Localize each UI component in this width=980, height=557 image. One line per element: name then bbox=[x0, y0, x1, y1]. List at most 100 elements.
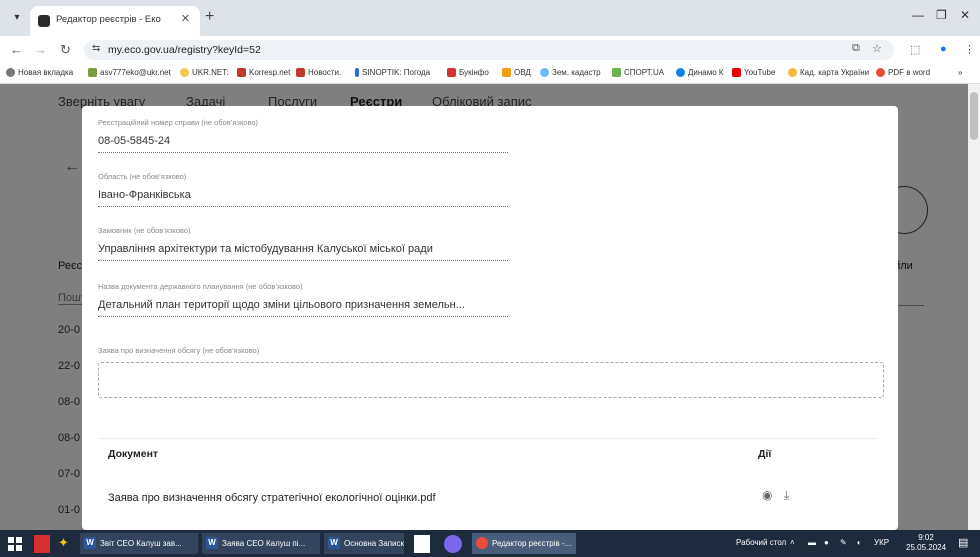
registry-edit-modal: Реєстраційний номер справи (не обов’язко… bbox=[82, 106, 898, 530]
bookmark-item[interactable]: СПОРТ.UA bbox=[612, 68, 664, 77]
taskbar-item-chrome[interactable]: Редактор реєстрів -... bbox=[472, 533, 576, 554]
tab-search-icon[interactable]: ▾ bbox=[8, 9, 26, 27]
field-underline bbox=[98, 206, 508, 207]
taskbar-item-word-1[interactable]: W Звіт СЕО Калуш зав... bbox=[80, 533, 198, 554]
pdf-app-icon[interactable] bbox=[414, 535, 430, 553]
field-underline bbox=[98, 260, 508, 261]
taskbar-item-word-2[interactable]: W Заява СЕО Калуш пі... bbox=[202, 533, 320, 554]
maximize-icon[interactable]: ❐ bbox=[936, 8, 947, 22]
bookmark-item[interactable]: SINOPTIK: Погода bbox=[355, 68, 430, 77]
tab-favicon-icon bbox=[38, 15, 50, 27]
desktop-label[interactable]: Рабочий стол bbox=[736, 538, 786, 547]
globe-icon bbox=[6, 68, 15, 77]
taskbar-item-word-3[interactable]: WОсновна Записка -... bbox=[324, 533, 404, 554]
bookmark-item[interactable]: ОВД bbox=[502, 68, 531, 77]
ukrnet-icon bbox=[180, 68, 189, 77]
statement-dropzone[interactable] bbox=[98, 362, 884, 398]
word-icon: W bbox=[84, 537, 96, 549]
word-icon: W bbox=[206, 537, 218, 549]
minimize-icon[interactable]: — bbox=[912, 8, 924, 22]
network-icon[interactable]: ▬ bbox=[808, 538, 816, 547]
region-field[interactable]: Область (не обов’язково) Івано-Франківсь… bbox=[98, 172, 508, 207]
page-scrollbar[interactable] bbox=[968, 84, 980, 530]
bookmark-item[interactable]: Новая вкладка bbox=[6, 68, 73, 77]
tab-title: Редактор реєстрів - Еко bbox=[56, 14, 161, 25]
bookmark-item[interactable]: Зем. кадастр bbox=[540, 68, 601, 77]
tray-chevron-icon[interactable]: ˄ bbox=[790, 538, 795, 547]
column-header-actions: Дії bbox=[758, 448, 772, 460]
site-info-icon[interactable]: ⇆ bbox=[92, 43, 100, 54]
address-bar: ← → ↻ ⇆ my.eco.gov.ua/registry?keyId=52 … bbox=[0, 36, 980, 64]
back-icon[interactable]: ← bbox=[10, 42, 23, 57]
bookmark-star-icon[interactable]: ☆ bbox=[872, 42, 882, 55]
bookmark-item[interactable]: Динамо К bbox=[676, 68, 724, 77]
bookmarks-bar: Новая вкладка asv777eko@ukr.net UKR.NET:… bbox=[0, 64, 980, 84]
forward-icon[interactable]: → bbox=[34, 42, 47, 57]
volume-icon[interactable]: ◖ bbox=[856, 538, 861, 547]
url-text[interactable]: my.eco.gov.ua/registry?keyId=52 bbox=[108, 44, 261, 56]
divider bbox=[98, 438, 878, 439]
bookmark-item[interactable]: Кад. карта України bbox=[788, 68, 869, 77]
field-underline bbox=[98, 152, 508, 153]
region-value[interactable]: Івано-Франківська bbox=[98, 189, 508, 201]
case-number-label: Реєстраційний номер справи (не обов’язко… bbox=[98, 118, 259, 127]
youtube-icon bbox=[732, 68, 741, 77]
clock-time: 9:02 bbox=[918, 533, 934, 542]
customer-value[interactable]: Управління архітектури та містобудування… bbox=[98, 243, 508, 255]
app-feather-icon[interactable]: ✦ bbox=[58, 535, 74, 553]
korresp-icon bbox=[237, 68, 246, 77]
customer-field[interactable]: Замовник (не обов’язково) Управління арх… bbox=[98, 226, 508, 261]
viber-icon[interactable] bbox=[444, 535, 462, 553]
document-name-value[interactable]: Детальний план території щодо зміни ціль… bbox=[98, 299, 508, 311]
tray-app-icon[interactable]: ● bbox=[824, 538, 829, 547]
column-header-document: Документ bbox=[108, 448, 159, 460]
clock[interactable]: 9:02 25.05.2024 bbox=[906, 533, 946, 553]
bookmarks-overflow-icon[interactable]: » bbox=[958, 68, 962, 77]
bookmark-item[interactable]: Korresp.net bbox=[237, 68, 290, 77]
bookmark-item[interactable]: PDF в word bbox=[876, 68, 930, 77]
download-icon[interactable]: ⤓ bbox=[784, 488, 789, 503]
clock-date: 25.05.2024 bbox=[906, 543, 947, 552]
sport-icon bbox=[612, 68, 621, 77]
statement-label: Заява про визначення обсягу (не обов’язк… bbox=[98, 346, 260, 355]
notifications-icon[interactable]: ▤ bbox=[958, 536, 968, 549]
language-indicator[interactable]: УКР bbox=[874, 538, 889, 547]
tab-close-icon[interactable]: ✕ bbox=[181, 12, 190, 25]
install-app-icon[interactable]: ⧉ bbox=[852, 42, 860, 55]
acrobat-icon[interactable] bbox=[34, 535, 50, 553]
field-underline bbox=[98, 316, 508, 317]
document-row-name[interactable]: Заява про визначення обсягу стратегічної… bbox=[108, 492, 436, 504]
bookmark-item[interactable]: Букінфо bbox=[447, 68, 489, 77]
document-name-field[interactable]: Назва документа державного планування (н… bbox=[98, 282, 508, 317]
bookmark-item[interactable]: YouTube bbox=[732, 68, 775, 77]
word-icon: W bbox=[328, 537, 340, 549]
bookmark-item[interactable]: Новости. bbox=[296, 68, 341, 77]
view-eye-icon[interactable]: ◉ bbox=[762, 488, 772, 502]
browser-tab[interactable]: Редактор реєстрів - Еко ✕ bbox=[30, 6, 200, 36]
bookmark-item[interactable]: asv777eko@ukr.net bbox=[88, 68, 171, 77]
bukinfo-icon bbox=[447, 68, 456, 77]
scroll-thumb[interactable] bbox=[970, 92, 978, 140]
region-label: Область (не обов’язково) bbox=[98, 172, 187, 181]
dynamo-icon bbox=[676, 68, 685, 77]
new-tab-icon[interactable]: + bbox=[205, 8, 214, 26]
windows-taskbar: ✦ W Звіт СЕО Калуш зав... W Заява СЕО Калу… bbox=[0, 530, 980, 557]
document-name-label: Назва документа державного планування (н… bbox=[98, 282, 303, 291]
start-icon[interactable] bbox=[8, 537, 22, 551]
close-window-icon[interactable]: ✕ bbox=[960, 8, 970, 22]
pen-icon[interactable]: ✎ bbox=[840, 538, 847, 547]
case-number-value[interactable]: 08-05-5845-24 bbox=[98, 135, 508, 147]
extensions-icon[interactable]: ⬚ bbox=[910, 43, 920, 56]
sinoptik-icon bbox=[355, 68, 359, 77]
cadastre-icon bbox=[540, 68, 549, 77]
case-number-field[interactable]: Реєстраційний номер справи (не обов’язко… bbox=[98, 118, 508, 153]
profile-icon[interactable]: ● bbox=[940, 43, 947, 55]
reload-icon[interactable]: ↻ bbox=[60, 42, 71, 58]
menu-icon[interactable]: ⋮ bbox=[964, 43, 975, 56]
omnibox[interactable]: ⇆ my.eco.gov.ua/registry?keyId=52 ⧉ ☆ bbox=[84, 40, 894, 60]
bookmark-item[interactable]: UKR.NET: bbox=[180, 68, 228, 77]
pdf-icon bbox=[876, 68, 885, 77]
browser-tabstrip: ▾ Редактор реєстрів - Еко ✕ + — ❐ ✕ bbox=[0, 0, 980, 36]
news-icon bbox=[296, 68, 305, 77]
chrome-icon bbox=[476, 537, 488, 549]
